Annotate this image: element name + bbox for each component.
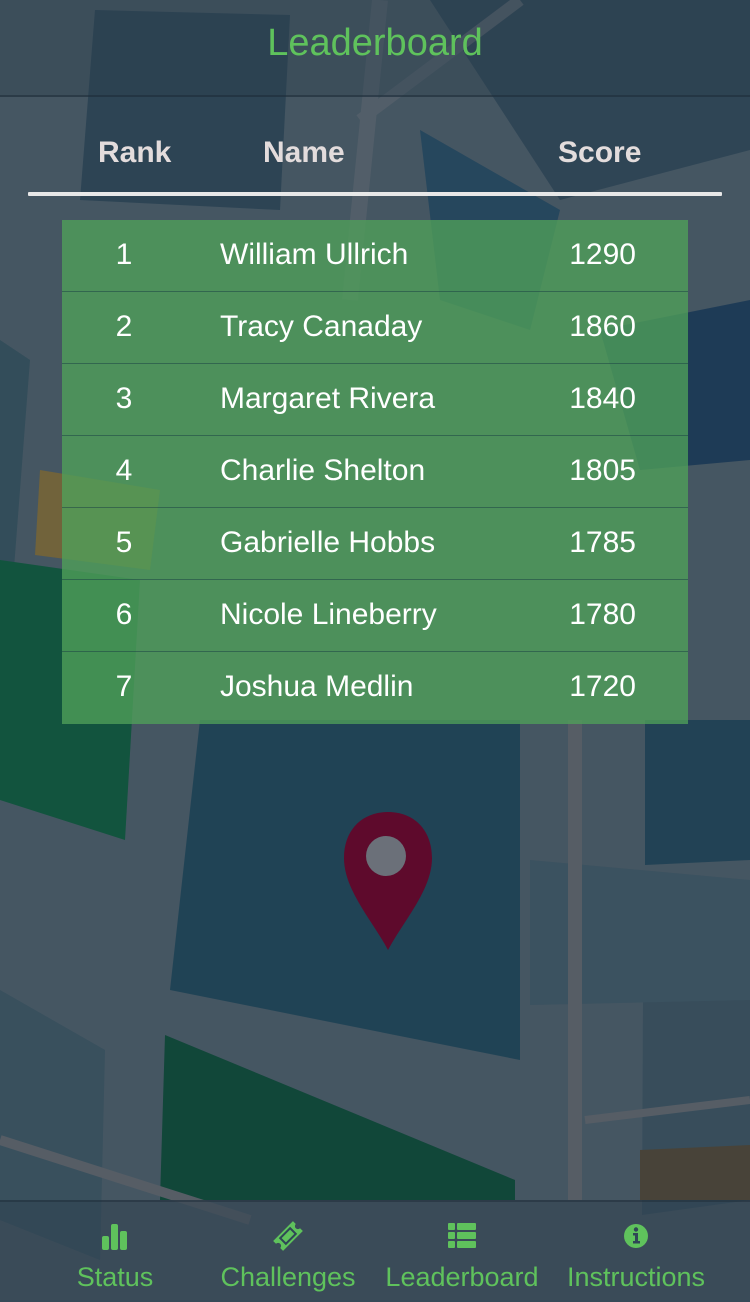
name-cell: Gabrielle Hobbs [220,526,436,559]
rank-cell: 5 [115,526,133,559]
bottom-nav: Status Challenges Leaderboard Instructio… [0,1200,750,1302]
page-title: Leaderboard [267,22,483,64]
column-header-score[interactable]: Score [558,136,641,170]
score-cell: 1785 [569,526,636,559]
name-cell: Margaret Rivera [220,382,436,415]
table-header: Rank Name Score [0,128,750,178]
score-cell: 1290 [569,238,636,271]
name-cell: Nicole Lineberry [220,598,437,631]
tab-label: Challenges [220,1262,356,1292]
score-cell: 1720 [569,670,636,703]
tab-instructions[interactable]: Instructions [548,1202,724,1302]
bar-chart-icon [102,1224,127,1250]
score-cell: 1780 [569,598,636,631]
info-circle-icon [624,1224,648,1248]
name-cell: Joshua Medlin [220,670,414,703]
list-icon [448,1223,476,1248]
score-cell: 1860 [569,310,636,343]
rank-cell: 3 [115,382,133,415]
rank-cell: 2 [115,310,133,343]
leaderboard-table: 1 William Ullrich 1290 2 Tracy Canaday 1… [62,220,688,724]
column-header-name[interactable]: Name [263,136,345,170]
name-cell: Tracy Canaday [220,310,423,343]
name-cell: Charlie Shelton [220,454,426,487]
score-cell: 1840 [569,382,636,415]
tab-status[interactable]: Status [27,1202,203,1302]
table-row[interactable]: 5 Gabrielle Hobbs 1785 [62,508,688,580]
table-row[interactable]: 7 Joshua Medlin 1720 [62,652,688,724]
rank-cell: 1 [115,238,133,271]
tab-challenges[interactable]: Challenges [200,1202,376,1302]
name-cell: William Ullrich [220,238,409,271]
app-header: Leaderboard [0,0,750,97]
location-pin-icon[interactable] [342,810,434,952]
tab-label: Instructions [566,1262,706,1292]
table-row[interactable]: 6 Nicole Lineberry 1780 [62,580,688,652]
column-header-rank[interactable]: Rank [98,136,171,170]
table-row[interactable]: 2 Tracy Canaday 1860 [62,292,688,364]
table-row[interactable]: 3 Margaret Rivera 1840 [62,364,688,436]
rank-cell: 4 [115,454,133,487]
ticket-icon [273,1221,303,1251]
table-row[interactable]: 1 William Ullrich 1290 [62,220,688,292]
header-divider [28,192,722,196]
score-cell: 1805 [569,454,636,487]
tab-label: Status [76,1262,154,1292]
tab-label: Leaderboard [385,1262,539,1292]
rank-cell: 7 [115,670,133,703]
table-row[interactable]: 4 Charlie Shelton 1805 [62,436,688,508]
rank-cell: 6 [115,598,133,631]
tab-leaderboard[interactable]: Leaderboard [374,1202,550,1302]
